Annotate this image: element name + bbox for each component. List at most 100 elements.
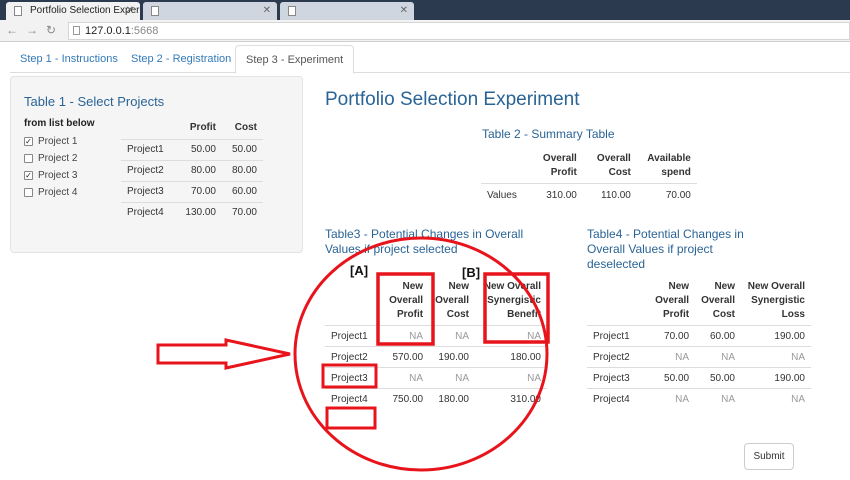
checkbox-unchecked[interactable] <box>24 154 33 163</box>
column-header-available-spend: Available spend <box>636 152 697 184</box>
row-label: Project3 <box>587 367 650 389</box>
browser-tab[interactable]: ✕ <box>143 2 277 20</box>
column-header-overall-cost: Overall Cost <box>582 152 637 184</box>
cell-value: NA <box>675 393 690 405</box>
row-label: Project1 <box>587 325 650 347</box>
cell-value: NA <box>791 393 805 405</box>
checkbox-project-2[interactable]: Project 2 <box>24 152 77 166</box>
cell-value: NA <box>381 367 430 389</box>
tab-step-1-instructions[interactable]: Step 1 - Instructions <box>10 45 128 73</box>
cell-value: 310.00 <box>510 393 541 405</box>
table4-title: Table4 - Potential Changes in Overall Va… <box>587 227 744 271</box>
page-icon <box>288 6 296 16</box>
address-bar: ← → ↻ 127.0.0.1:5668 <box>0 20 850 42</box>
browser-tab-active[interactable]: Portfolio Selection Exper ✕ <box>6 2 140 20</box>
column-header-synergistic-loss: New Overall Synergistic Loss <box>741 280 811 326</box>
row-label: Project4 <box>331 393 368 405</box>
tab-step-2-registration[interactable]: Step 2 - Registration <box>121 45 241 73</box>
row-label: Project3 <box>325 367 382 389</box>
page-title: Portfolio Selection Experiment <box>325 89 580 110</box>
column-header-new-overall-cost: New Overall Cost <box>695 280 741 326</box>
cell-value: 60.00 <box>695 325 741 347</box>
row-label: Values <box>487 190 517 202</box>
table-row: Project2 NA NA NA <box>587 346 811 368</box>
url-port: :5668 <box>130 25 159 37</box>
checkbox-project-4[interactable]: Project 4 <box>24 186 77 200</box>
row-label: Project1 <box>325 325 382 347</box>
url-field[interactable]: 127.0.0.1:5668 <box>68 22 850 40</box>
row-label: Project3 <box>121 180 175 202</box>
cell-value: 180.00 <box>438 393 469 405</box>
cell-value: NA <box>741 346 811 368</box>
checkbox-checked[interactable]: ✓ <box>24 137 33 146</box>
cell-value: 50.00 <box>695 367 741 389</box>
selection-changes-table: New Overall Profit New Overall Cost New … <box>325 280 547 410</box>
table-row: Project3 50.00 50.00 190.00 <box>587 367 811 389</box>
table-row: Project3 NA NA NA <box>325 367 547 389</box>
cell-value: 190.00 <box>741 367 811 389</box>
cell-value: 190.00 <box>429 346 475 368</box>
submit-button[interactable]: Submit <box>744 443 794 470</box>
cell-value: NA <box>649 346 696 368</box>
table-header-row: New Overall Profit New Overall Cost New … <box>587 280 811 326</box>
cell-available-spend: 70.00 <box>665 190 691 202</box>
checkbox-unchecked[interactable] <box>24 188 33 197</box>
cell-overall-cost: 110.00 <box>601 190 631 202</box>
sidebar-title: Table 1 - Select Projects <box>24 94 165 109</box>
checkbox-label: Project 3 <box>38 170 78 181</box>
deselection-changes-table: New Overall Profit New Overall Cost New … <box>587 280 811 410</box>
reload-icon[interactable]: ↻ <box>46 23 56 37</box>
highlight-box-project4 <box>325 406 377 430</box>
cell-value: NA <box>429 367 475 389</box>
cell-profit: 130.00 <box>174 201 222 223</box>
project-selection-panel: Table 1 - Select Projects from list belo… <box>10 76 303 253</box>
cell-profit: 80.00 <box>174 159 222 181</box>
summary-table-title: Table 2 - Summary Table <box>482 127 615 141</box>
cell-value: NA <box>695 346 741 368</box>
row-label: Project2 <box>325 346 382 368</box>
checkbox-project-3[interactable]: ✓ Project 3 <box>24 169 77 183</box>
column-header-new-overall-cost: New Overall Cost <box>429 280 475 326</box>
close-tab-icon[interactable]: ✕ <box>126 2 134 20</box>
table-row: Project2 570.00 190.00 180.00 <box>325 346 547 368</box>
cell-value: 180.00 <box>475 346 547 368</box>
forward-arrow-icon[interactable]: → <box>26 23 38 37</box>
cell-value: 190.00 <box>741 325 811 347</box>
close-tab-icon[interactable]: ✕ <box>263 2 271 20</box>
table-header-row: New Overall Profit New Overall Cost New … <box>325 280 547 326</box>
checkbox-project-1[interactable]: ✓ Project 1 <box>24 135 77 149</box>
table-row: Project4 130.00 70.00 <box>121 201 263 223</box>
cell-value: NA <box>475 325 547 347</box>
table-row: Project1 70.00 60.00 190.00 <box>587 325 811 347</box>
arrow-right-icon <box>156 338 291 370</box>
row-label: Project4 <box>121 201 175 223</box>
row-label: Project2 <box>121 159 175 181</box>
annotation-label-a: [A] <box>350 263 369 278</box>
cell-overall-profit: 310.00 <box>546 190 577 202</box>
table-header-row: Profit Cost <box>121 117 263 139</box>
back-arrow-icon[interactable]: ← <box>6 23 18 37</box>
page-icon <box>151 6 159 16</box>
browser-tab-title: Portfolio Selection Exper <box>30 5 140 16</box>
table-row: Project1 50.00 50.00 <box>121 138 263 160</box>
column-header-new-overall-profit: New Overall Profit <box>649 280 696 326</box>
checkbox-label: Project 4 <box>38 187 78 198</box>
row-label: Project1 <box>121 138 175 160</box>
checkbox-checked[interactable]: ✓ <box>24 171 33 180</box>
browser-tab[interactable]: ✕ <box>280 2 414 20</box>
table-row: Project1 NA NA NA <box>325 325 547 347</box>
table3-title: Table3 - Potential Changes in Overall Va… <box>325 227 524 256</box>
column-header-synergistic-benefit: New Overall Synergistic Benefit <box>475 280 547 326</box>
cell-value: 70.00 <box>649 325 696 347</box>
table-row: Project4 NA NA NA <box>587 389 811 410</box>
tab-step-3-experiment[interactable]: Step 3 - Experiment <box>235 45 355 74</box>
close-tab-icon[interactable]: ✕ <box>400 2 408 20</box>
row-label: Project4 <box>593 393 630 405</box>
cell-profit: 50.00 <box>174 138 222 160</box>
table-row: Project3 70.00 60.00 <box>121 180 263 202</box>
annotation-label-b: [B] <box>462 265 481 280</box>
url-host: 127.0.0.1 <box>85 25 131 37</box>
cell-cost: 70.00 <box>222 201 263 223</box>
cell-cost: 50.00 <box>222 138 263 160</box>
row-label: Project2 <box>587 346 650 368</box>
